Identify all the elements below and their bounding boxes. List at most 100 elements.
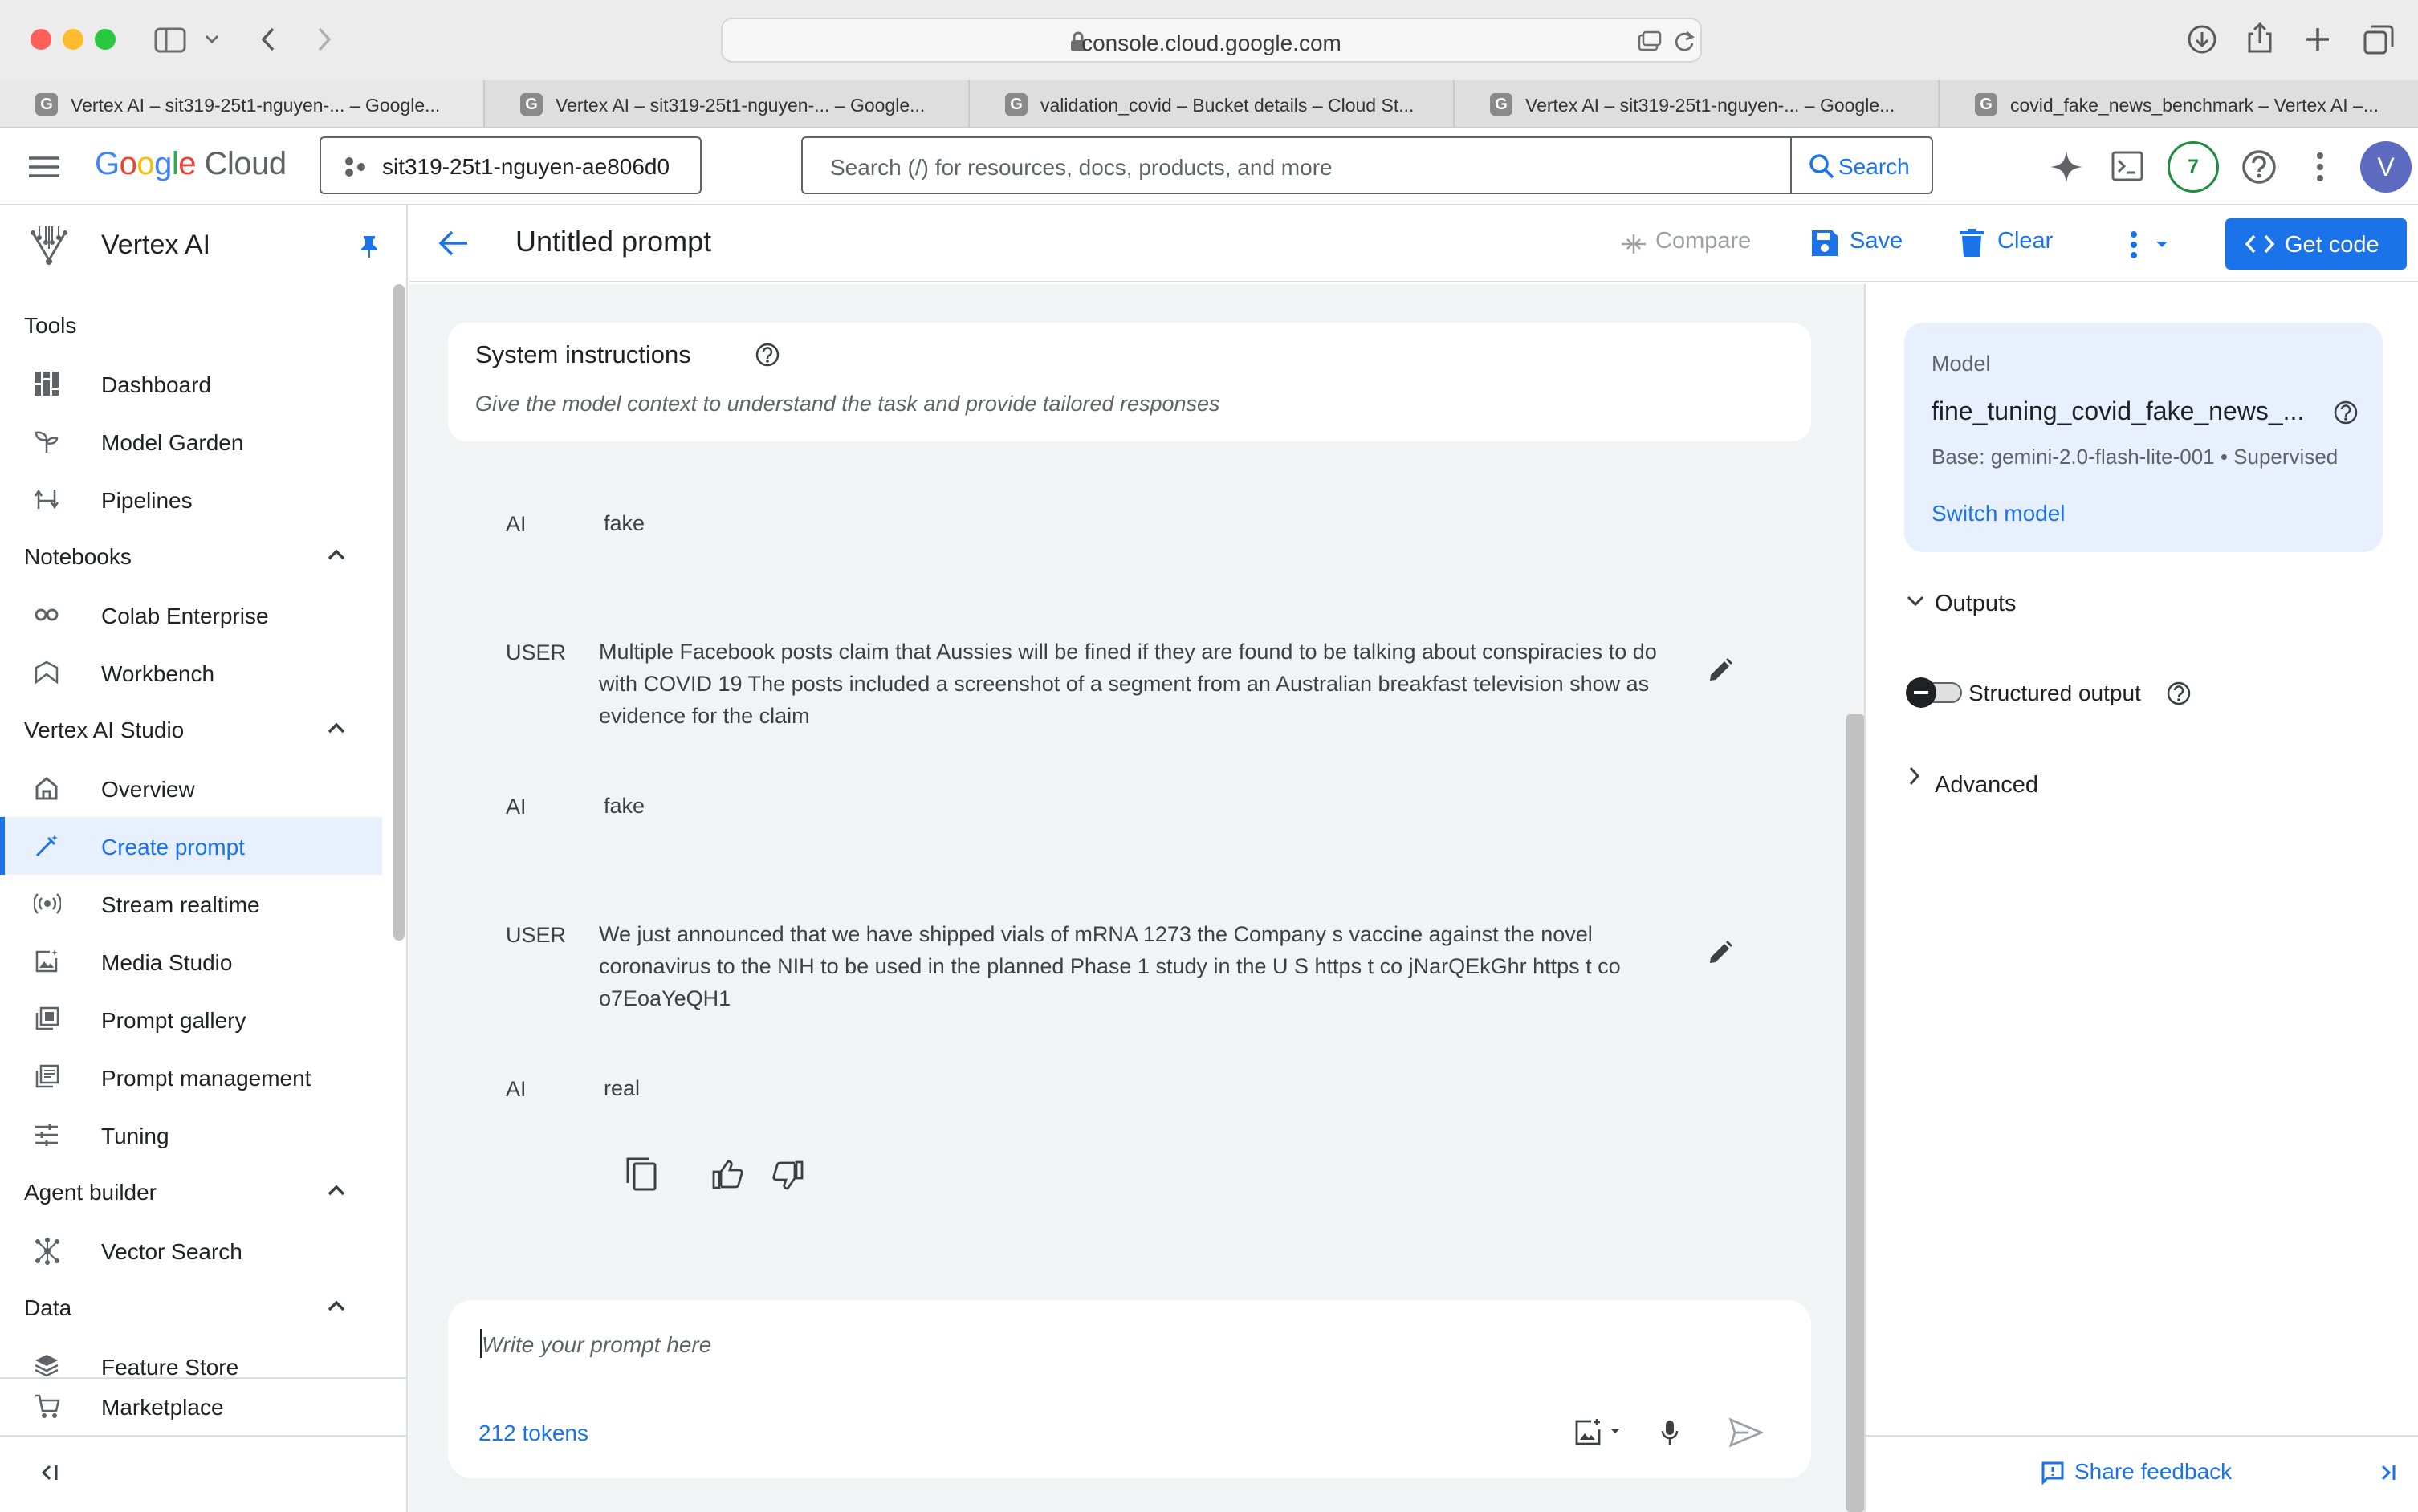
section-agent-builder[interactable]: Agent builder: [24, 1180, 157, 1205]
url-text: console.cloud.google.com: [1081, 30, 1341, 55]
avatar[interactable]: V: [2360, 141, 2412, 193]
user-message-text[interactable]: Multiple Facebook posts claim that Aussi…: [599, 636, 1667, 732]
browser-toolbar: console.cloud.google.com: [0, 0, 2418, 80]
reload-icon[interactable]: [1673, 29, 1695, 53]
gemini-sparkle-icon[interactable]: [2049, 149, 2084, 185]
help-icon[interactable]: [755, 342, 780, 368]
collapse-panel-icon[interactable]: [2376, 1462, 2397, 1483]
sidebar-toggle-icon[interactable]: [154, 27, 186, 53]
collapse-notebooks-icon[interactable]: [324, 543, 348, 567]
project-picker[interactable]: sit319-25t1-nguyen-ae806d0: [320, 136, 702, 194]
tab-grid-icon[interactable]: [2363, 24, 2394, 55]
address-bar[interactable]: console.cloud.google.com: [721, 18, 1702, 63]
search-button[interactable]: Search: [1790, 138, 1933, 193]
hamburger-menu-icon[interactable]: [29, 156, 59, 178]
search-bar[interactable]: Search (/) for resources, docs, products…: [801, 136, 1933, 194]
outputs-section-toggle[interactable]: Outputs: [1935, 591, 2017, 617]
minimize-window-button[interactable]: [63, 29, 83, 50]
zoom-window-button[interactable]: [95, 29, 116, 50]
google-favicon-icon: G: [35, 93, 58, 116]
sidebar-item-create-prompt[interactable]: Create prompt: [0, 817, 382, 875]
prompt-header: Untitled prompt Compare Save Clear Get c…: [409, 205, 2418, 282]
prompt-input[interactable]: Write your prompt here: [482, 1332, 711, 1358]
google-cloud-logo[interactable]: Google Cloud: [95, 146, 287, 182]
cloud-shell-icon[interactable]: [2111, 151, 2143, 181]
divider: [1866, 1435, 2418, 1437]
new-tab-icon[interactable]: [2304, 26, 2331, 53]
share-feedback-link[interactable]: Share feedback: [2074, 1459, 2232, 1485]
prompt-composer[interactable]: Write your prompt here 212 tokens: [448, 1300, 1811, 1478]
downloads-icon[interactable]: [2187, 24, 2217, 55]
browser-tab[interactable]: Gvalidation_covid – Bucket details – Clo…: [970, 80, 1455, 127]
structured-output-toggle[interactable]: [1906, 677, 1964, 708]
collapse-nav-icon[interactable]: [39, 1462, 59, 1483]
sidebar-scrollbar[interactable]: [393, 284, 405, 941]
section-notebooks[interactable]: Notebooks: [24, 544, 132, 570]
sidebar-item-dashboard[interactable]: Dashboard: [0, 355, 382, 413]
section-vertex-ai-studio[interactable]: Vertex AI Studio: [24, 717, 184, 743]
sidebar-item-media-studio[interactable]: Media Studio: [0, 933, 382, 990]
copy-icon[interactable]: [625, 1156, 658, 1193]
pin-icon[interactable]: [360, 234, 379, 258]
chevron-down-icon[interactable]: [204, 34, 220, 45]
send-icon[interactable]: [1729, 1417, 1763, 1448]
browser-tab[interactable]: G Vertex AI – sit319-25t1-nguyen-... – Go…: [0, 80, 485, 127]
system-instructions-panel[interactable]: System instructions Give the model conte…: [448, 323, 1811, 441]
help-icon[interactable]: [2241, 149, 2277, 185]
sidebar-item-model-garden[interactable]: Model Garden: [0, 413, 382, 470]
close-window-button[interactable]: [31, 29, 51, 50]
share-icon[interactable]: [2246, 21, 2273, 55]
content-scrollbar[interactable]: [1846, 714, 1864, 1512]
sidebar-item-pipelines[interactable]: Pipelines: [0, 470, 382, 528]
section-data[interactable]: Data: [24, 1295, 71, 1321]
sidebar-item-prompt-management[interactable]: Prompt management: [0, 1048, 382, 1106]
chevron-down-icon[interactable]: [1906, 594, 1925, 608]
more-options-icon[interactable]: [2129, 231, 2169, 258]
sidebar-item-tuning[interactable]: Tuning: [0, 1106, 382, 1164]
help-icon[interactable]: [2333, 400, 2359, 425]
browser-tab[interactable]: G Vertex AI – sit319-25t1-nguyen-... – Go…: [485, 80, 970, 127]
sidebar-item-stream-realtime[interactable]: Stream realtime: [0, 875, 382, 933]
sidebar-item-prompt-gallery[interactable]: Prompt gallery: [0, 990, 382, 1048]
sidebar-item-marketplace[interactable]: Marketplace: [0, 1377, 382, 1435]
search-input[interactable]: Search (/) for resources, docs, products…: [830, 155, 1333, 181]
microphone-icon[interactable]: [1660, 1419, 1679, 1446]
back-icon[interactable]: [258, 26, 278, 53]
help-icon[interactable]: [2166, 681, 2192, 706]
save-button[interactable]: Save: [1850, 228, 1903, 254]
collapse-studio-icon[interactable]: [324, 716, 348, 740]
thumbs-down-icon[interactable]: [772, 1160, 804, 1191]
sidebar-item-overview[interactable]: Overview: [0, 759, 382, 817]
advanced-section-toggle[interactable]: Advanced: [1935, 772, 2038, 799]
sidebar-item-label: Workbench: [101, 661, 215, 686]
thumbs-up-icon[interactable]: [711, 1159, 743, 1189]
back-arrow-icon[interactable]: [438, 230, 469, 257]
model-garden-icon: [34, 429, 59, 454]
user-message-text[interactable]: We just announced that we have shipped v…: [599, 918, 1667, 1014]
chevron-right-icon[interactable]: [1907, 766, 1922, 786]
clear-button[interactable]: Clear: [1997, 228, 2053, 254]
insert-media-icon[interactable]: [1573, 1417, 1625, 1446]
sidebar-item-workbench[interactable]: Workbench: [0, 644, 382, 701]
token-count[interactable]: 212 tokens: [478, 1421, 588, 1446]
compare-button[interactable]: Compare: [1655, 228, 1751, 254]
sidebar-item-label: Marketplace: [101, 1395, 224, 1420]
notifications-badge[interactable]: 7: [2168, 141, 2219, 193]
sidebar-item-colab-enterprise[interactable]: Colab Enterprise: [0, 586, 382, 644]
system-instructions-input[interactable]: Give the model context to understand the…: [475, 392, 1220, 417]
forward-icon[interactable]: [315, 26, 334, 53]
tab-overview-icon[interactable]: [1638, 30, 1662, 51]
collapse-agent-icon[interactable]: [324, 1178, 348, 1202]
more-vert-icon[interactable]: [2315, 151, 2325, 183]
edit-icon[interactable]: [1707, 656, 1734, 684]
sidebar-item-feature-store[interactable]: Feature Store: [0, 1337, 382, 1379]
sidebar-item-vector-search[interactable]: Vector Search: [0, 1221, 382, 1279]
workbench-icon: [34, 660, 59, 685]
get-code-button[interactable]: Get code: [2225, 218, 2407, 270]
switch-model-button[interactable]: Switch model: [1932, 501, 2066, 526]
browser-tab[interactable]: Gcovid_fake_news_benchmark – Vertex AI –…: [1940, 80, 2418, 127]
edit-icon[interactable]: [1707, 939, 1734, 966]
page-title[interactable]: Untitled prompt: [515, 225, 711, 258]
collapse-data-icon[interactable]: [324, 1294, 348, 1318]
browser-tab[interactable]: G Vertex AI – sit319-25t1-nguyen-... – Go…: [1455, 80, 1940, 127]
